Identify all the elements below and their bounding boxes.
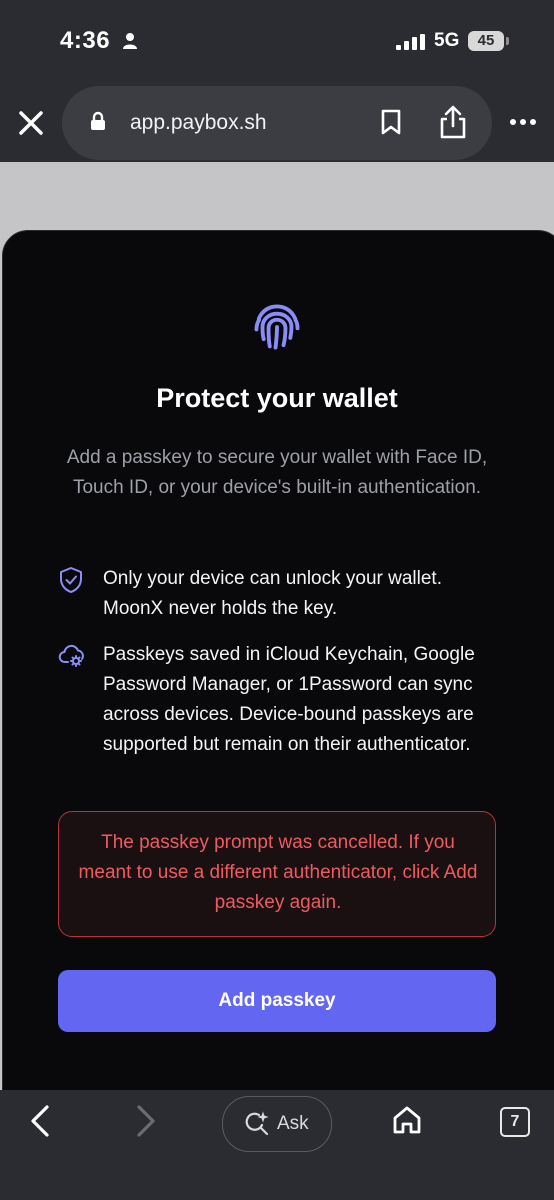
feature-text: Only your device can unlock your wallet.… bbox=[103, 568, 442, 619]
ask-label[interactable]: Ask bbox=[277, 1113, 309, 1135]
lock-icon bbox=[91, 111, 105, 130]
battery-icon: 45 bbox=[468, 31, 504, 51]
share-icon[interactable] bbox=[438, 104, 468, 140]
back-icon[interactable] bbox=[28, 1104, 52, 1138]
status-time: 4:36 bbox=[60, 27, 111, 54]
network-type: 5G bbox=[434, 30, 460, 51]
tabs-count-button[interactable]: 7 bbox=[500, 1107, 530, 1137]
signal-icon bbox=[396, 34, 425, 50]
more-icon[interactable] bbox=[510, 118, 536, 126]
error-alert: The passkey prompt was cancelled. If you… bbox=[58, 811, 496, 937]
page-subtitle: Add a passkey to secure your wallet with… bbox=[66, 447, 488, 498]
address-bar[interactable] bbox=[62, 86, 492, 160]
home-icon[interactable] bbox=[392, 1105, 422, 1135]
page-title: Protect your wallet bbox=[156, 383, 398, 413]
feature-text: Passkeys saved in iCloud Keychain, Googl… bbox=[103, 644, 475, 755]
cloud-sync-icon bbox=[58, 644, 84, 667]
close-icon[interactable] bbox=[16, 108, 46, 138]
fingerprint-icon bbox=[254, 304, 300, 350]
bookmark-icon[interactable] bbox=[380, 109, 402, 135]
url-text[interactable]: app.paybox.sh bbox=[130, 111, 267, 135]
shield-check-icon bbox=[60, 567, 82, 593]
person-icon bbox=[123, 33, 137, 49]
error-alert-text: The passkey prompt was cancelled. If you… bbox=[78, 832, 478, 913]
forward-icon[interactable] bbox=[134, 1104, 158, 1138]
add-passkey-button[interactable]: Add passkey bbox=[58, 970, 496, 1032]
sparkle-search-icon bbox=[245, 1111, 269, 1136]
battery-nub bbox=[506, 37, 509, 45]
